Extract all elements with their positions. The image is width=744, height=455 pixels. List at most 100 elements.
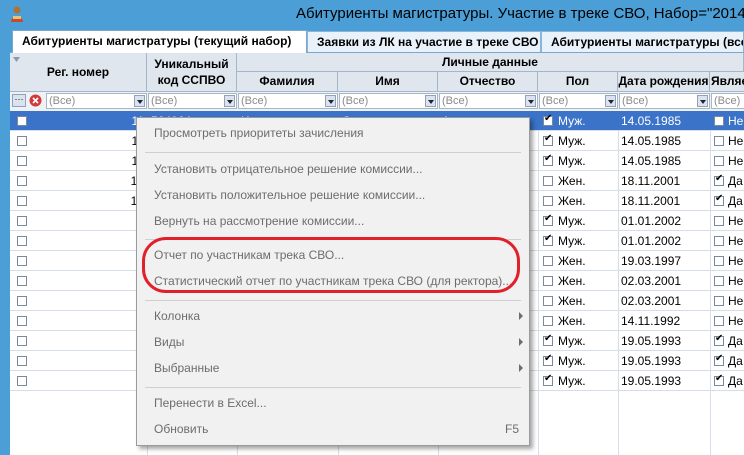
status-checkbox[interactable] xyxy=(714,136,724,146)
cell-sex: Жен. xyxy=(558,194,586,208)
row-select-checkbox[interactable] xyxy=(17,316,27,326)
status-checkbox[interactable] xyxy=(714,373,724,386)
cell-dob: 14.05.1985 xyxy=(621,114,682,128)
dropdown-icon[interactable] xyxy=(134,95,145,107)
menu-item-set-positive[interactable]: Установить положительное решение комисси… xyxy=(137,183,529,207)
sex-checkbox[interactable] xyxy=(543,113,553,126)
column-header-code[interactable]: Уникальный код ССПВО xyxy=(147,53,237,92)
cell-dob: 01.01.2002 xyxy=(621,234,682,248)
column-header-patr[interactable]: Отчество xyxy=(438,72,538,92)
status-checkbox[interactable] xyxy=(714,296,724,306)
status-checkbox[interactable] xyxy=(714,236,724,246)
row-select-checkbox[interactable] xyxy=(17,236,27,246)
dropdown-icon[interactable] xyxy=(325,95,336,107)
status-checkbox[interactable] xyxy=(714,276,724,286)
row-select-checkbox[interactable] xyxy=(17,296,27,306)
status-checkbox[interactable] xyxy=(714,216,724,226)
row-select-checkbox[interactable] xyxy=(17,116,27,126)
sex-checkbox[interactable] xyxy=(543,316,553,326)
status-checkbox[interactable] xyxy=(714,333,724,346)
filter-code[interactable]: (Все) xyxy=(148,93,237,109)
dropdown-icon[interactable] xyxy=(224,95,235,107)
sex-checkbox[interactable] xyxy=(543,233,553,246)
column-header-reg[interactable]: Рег. номер xyxy=(10,53,147,92)
sex-checkbox[interactable] xyxy=(543,353,553,366)
menu-item-return-to-review[interactable]: Вернуть на рассмотрение комиссии... xyxy=(137,209,529,233)
row-select-checkbox[interactable] xyxy=(17,276,27,286)
dropdown-icon[interactable] xyxy=(425,95,436,107)
tab-current-intake[interactable]: Абитуриенты магистратуры (текущий набор) xyxy=(12,30,307,53)
filter-reg[interactable]: (Все) xyxy=(46,93,147,109)
row-select-checkbox[interactable] xyxy=(17,176,27,186)
cell-sex: Муж. xyxy=(558,334,586,348)
submenu-arrow-icon xyxy=(519,338,523,346)
row-select-checkbox[interactable] xyxy=(17,196,27,206)
menu-item-views[interactable]: Виды xyxy=(137,330,529,354)
dropdown-icon[interactable] xyxy=(525,95,536,107)
column-header-dob[interactable]: Дата рождения xyxy=(618,72,710,92)
sex-checkbox[interactable] xyxy=(543,296,553,306)
sex-checkbox[interactable] xyxy=(543,196,553,206)
cell-sex: Жен. xyxy=(558,274,586,288)
cell-last: Не xyxy=(728,114,744,128)
dropdown-icon[interactable] xyxy=(697,95,708,107)
row-select-checkbox[interactable] xyxy=(17,136,27,146)
cell-reg: 10 xyxy=(50,191,146,211)
menu-item-set-negative[interactable]: Установить отрицательное решение комисси… xyxy=(137,157,529,181)
menu-item-svo-report[interactable]: Отчет по участникам трека СВО... xyxy=(137,243,529,267)
dropdown-icon[interactable] xyxy=(605,95,616,107)
cell-last: Не xyxy=(728,314,744,328)
tab-all-applicants[interactable]: Абитуриенты магистратуры (все н xyxy=(541,31,744,52)
filter-last[interactable]: (Все) xyxy=(711,93,744,109)
filter-sex[interactable]: (Все) xyxy=(539,93,618,109)
cell-sex: Муж. xyxy=(558,134,586,148)
column-header-sex[interactable]: Пол xyxy=(538,72,618,92)
filter-options-button[interactable]: ··· xyxy=(12,94,26,107)
filter-name[interactable]: (Все) xyxy=(339,93,438,109)
sex-checkbox[interactable] xyxy=(543,373,553,386)
cell-reg: 5 xyxy=(50,251,146,271)
sex-checkbox[interactable] xyxy=(543,333,553,346)
menu-item-selected[interactable]: Выбранные xyxy=(137,356,529,380)
cell-last: Не xyxy=(728,134,744,148)
cell-reg: 11 xyxy=(50,151,146,171)
sex-checkbox[interactable] xyxy=(543,256,553,266)
column-header-last[interactable]: Являе xyxy=(710,72,744,92)
cell-dob: 01.01.2002 xyxy=(621,214,682,228)
filter-patr[interactable]: (Все) xyxy=(439,93,538,109)
status-checkbox[interactable] xyxy=(714,353,724,366)
menu-item-export-excel[interactable]: Перенести в Excel... xyxy=(137,391,529,415)
column-header-name[interactable]: Имя xyxy=(338,72,438,92)
sex-checkbox[interactable] xyxy=(543,153,553,166)
cell-reg: 8 xyxy=(50,211,146,231)
row-select-checkbox[interactable] xyxy=(17,336,27,346)
menu-item-refresh[interactable]: Обновить F5 xyxy=(137,417,529,441)
row-select-checkbox[interactable] xyxy=(17,216,27,226)
filter-fam[interactable]: (Все) xyxy=(238,93,338,109)
status-checkbox[interactable] xyxy=(714,116,724,126)
menu-item-column[interactable]: Колонка xyxy=(137,304,529,328)
row-select-checkbox[interactable] xyxy=(17,376,27,386)
status-checkbox[interactable] xyxy=(714,173,724,186)
cell-dob: 19.03.1997 xyxy=(621,254,682,268)
sex-checkbox[interactable] xyxy=(543,133,553,146)
sex-checkbox[interactable] xyxy=(543,176,553,186)
sex-checkbox[interactable] xyxy=(543,276,553,286)
sex-checkbox[interactable] xyxy=(543,213,553,226)
cell-reg: 4 xyxy=(50,291,146,311)
clear-filter-icon[interactable] xyxy=(29,94,42,107)
status-checkbox[interactable] xyxy=(714,256,724,266)
row-select-checkbox[interactable] xyxy=(17,356,27,366)
title-bar: Абитуриенты магистратуры. Участие в трек… xyxy=(0,0,744,28)
status-checkbox[interactable] xyxy=(714,316,724,326)
row-select-checkbox[interactable] xyxy=(17,156,27,166)
row-select-checkbox[interactable] xyxy=(17,256,27,266)
menu-item-svo-statistics-report[interactable]: Статистический отчет по участникам трека… xyxy=(137,269,529,293)
column-header-fam[interactable]: Фамилия xyxy=(237,72,338,92)
filter-dob[interactable]: (Все) xyxy=(619,93,710,109)
status-checkbox[interactable] xyxy=(714,156,724,166)
menu-item-view-priorities[interactable]: Просмотреть приоритеты зачисления xyxy=(137,121,529,145)
tab-lk-applications[interactable]: Заявки из ЛК на участие в треке СВО xyxy=(307,31,541,52)
app-icon xyxy=(11,6,23,22)
status-checkbox[interactable] xyxy=(714,193,724,206)
